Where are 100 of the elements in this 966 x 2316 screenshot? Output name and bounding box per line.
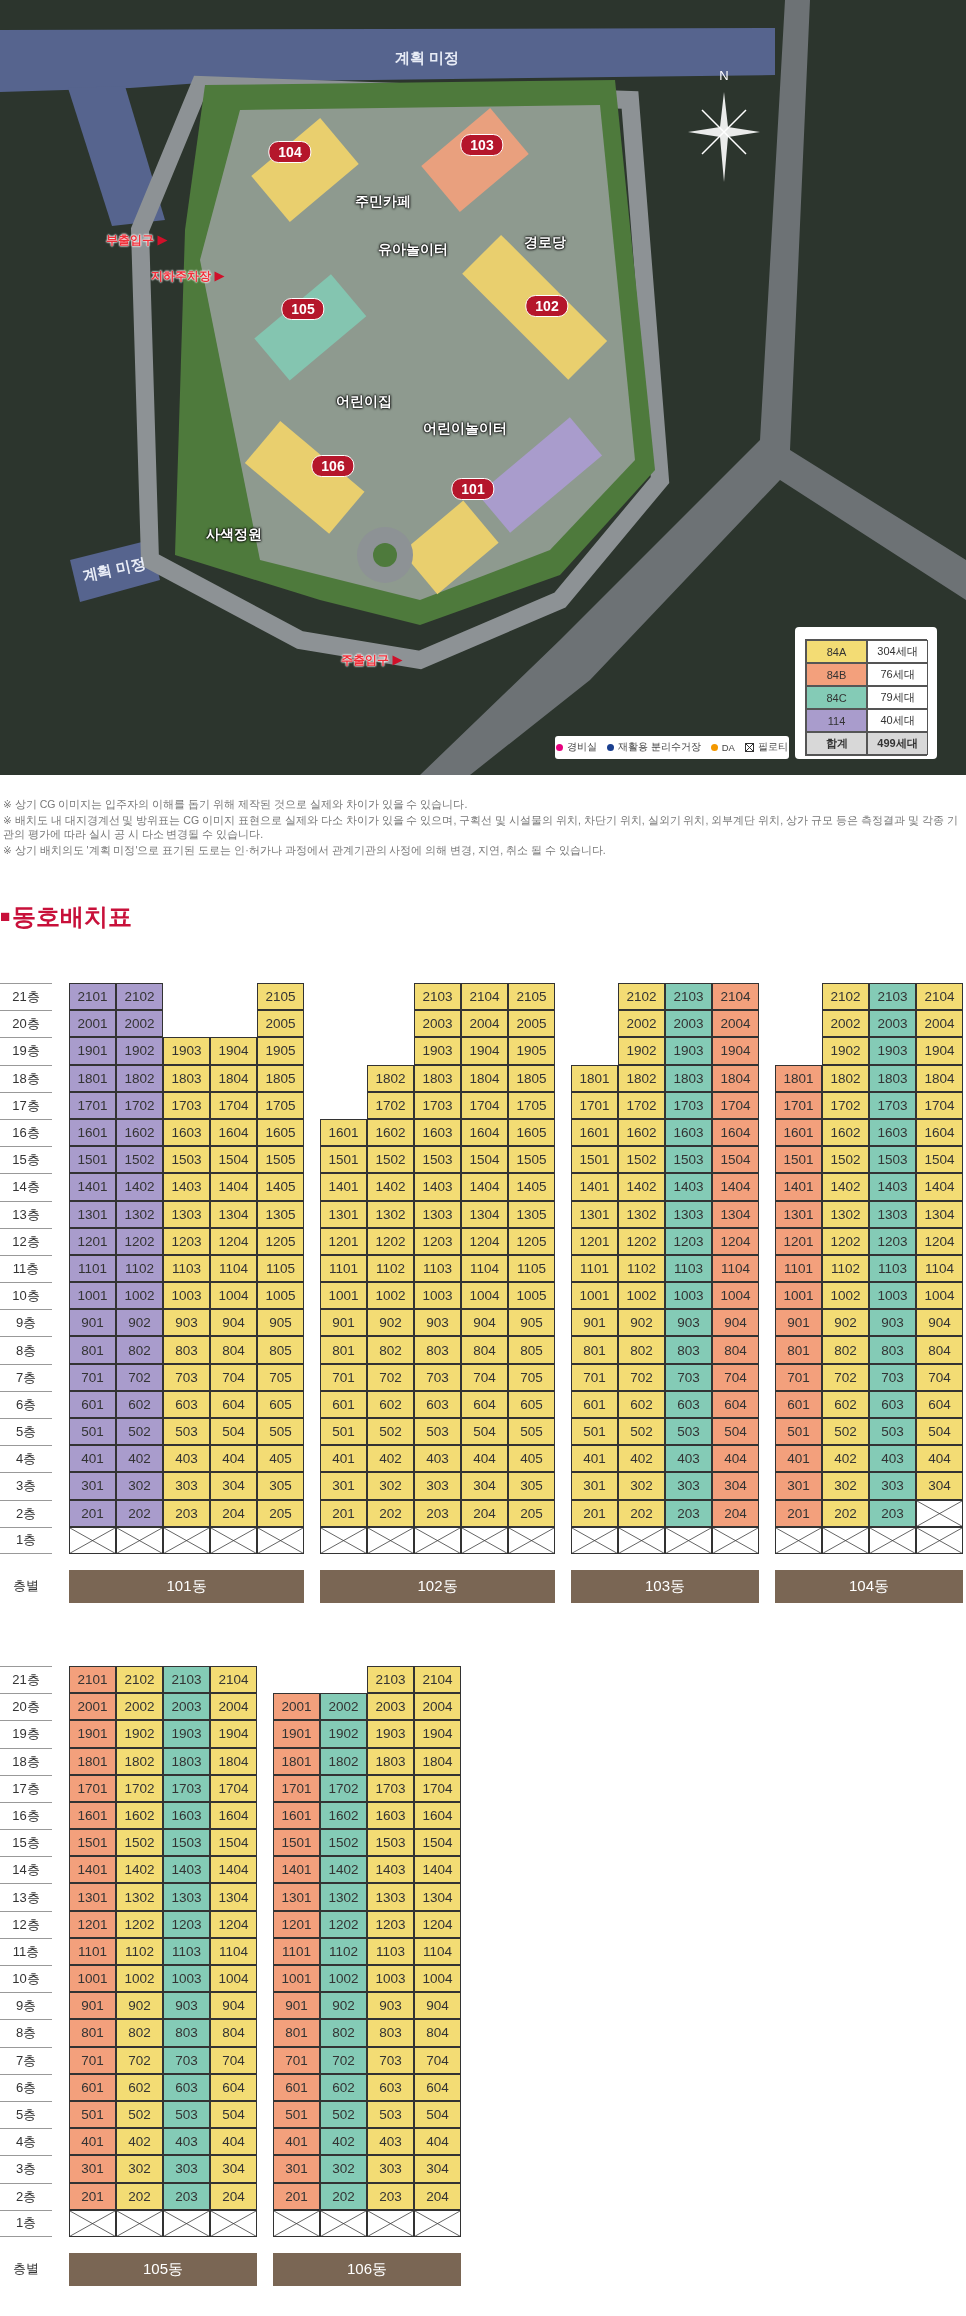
unit-cell: 905 — [508, 1309, 555, 1337]
facility-label: 사색정원 — [206, 526, 262, 544]
unit-cell: 1003 — [163, 1965, 210, 1993]
unit-cell: 1002 — [116, 1965, 163, 1993]
unit-cell: 602 — [116, 2073, 163, 2101]
unit-cell: 402 — [367, 1445, 414, 1473]
unit-cell: 1801 — [571, 1064, 618, 1092]
unit-cell: 504 — [461, 1418, 508, 1446]
unit-cell: 1104 — [210, 1937, 257, 1965]
unit-cell: 1904 — [712, 1037, 759, 1065]
unit-cell: 1702 — [116, 1091, 163, 1119]
unit-cell: 201 — [69, 2182, 116, 2210]
unit-cell: 1105 — [257, 1254, 304, 1283]
building-name-bar: 106동 — [273, 2252, 461, 2286]
unit-cell: 2003 — [163, 1693, 210, 1721]
unit-cell: 204 — [414, 2182, 461, 2210]
unit-cell: 904 — [414, 1992, 461, 2020]
unit-cell: 904 — [461, 1309, 508, 1337]
piloti-cell — [414, 1526, 461, 1554]
unit-cell: 602 — [822, 1390, 869, 1418]
unit-cell: 1201 — [320, 1227, 367, 1255]
floor-label: 12층 — [0, 1910, 52, 1938]
unit-cell: 205 — [257, 1499, 304, 1527]
road-label: 계획 미정 — [394, 48, 460, 68]
unit-cell: 2104 — [210, 1665, 257, 1694]
unit-cell: 1901 — [273, 1720, 320, 1748]
unit-cell: 204 — [461, 1499, 508, 1527]
unit-cell: 1304 — [414, 1883, 461, 1911]
unit-cell: 904 — [210, 1309, 257, 1337]
unit-cell: 703 — [414, 1363, 461, 1391]
unit-cell: 201 — [273, 2182, 320, 2210]
unit-cell: 1205 — [257, 1227, 304, 1255]
unit-cell: 1805 — [508, 1064, 555, 1092]
unit-cell: 1004 — [210, 1965, 257, 1993]
unit-cell: 1405 — [257, 1173, 304, 1201]
piloti-cell — [775, 1526, 822, 1554]
unit-cell: 704 — [210, 2046, 257, 2074]
unit-cell: 702 — [367, 1363, 414, 1391]
unit-cell: 1103 — [163, 1254, 210, 1283]
unit-cell: 1401 — [273, 1856, 320, 1884]
unit-cell: 204 — [712, 1499, 759, 1527]
building-name-bar: 103동 — [571, 1569, 759, 1603]
unit-cell: 1602 — [116, 1801, 163, 1830]
unit-cell: 2001 — [69, 1010, 116, 1038]
unit-cell: 503 — [665, 1418, 712, 1446]
unit-cell: 1802 — [367, 1064, 414, 1092]
unit-cell: 602 — [618, 1390, 665, 1418]
unit-cell: 903 — [367, 1992, 414, 2020]
unit-cell: 203 — [367, 2182, 414, 2210]
floor-label: 2층 — [0, 1499, 52, 1527]
piloti-cell — [210, 2209, 257, 2237]
unit-cell: 1303 — [367, 1883, 414, 1911]
unit-cell: 1803 — [163, 1064, 210, 1092]
piloti-cell — [508, 1526, 555, 1554]
unit-cell: 801 — [273, 2019, 320, 2047]
unit-cell: 2103 — [665, 983, 712, 1011]
unit-cell: 1903 — [367, 1720, 414, 1748]
floor-label: 15층 — [0, 1146, 52, 1174]
unit-cell: 1301 — [69, 1200, 116, 1228]
unit-cell: 1105 — [508, 1254, 555, 1283]
unit-cell: 1103 — [163, 1937, 210, 1965]
unit-cell: 303 — [869, 1472, 916, 1500]
facility-label: 어린이집 — [336, 393, 392, 411]
unit-cell: 1901 — [69, 1037, 116, 1065]
floor-label: 20층 — [0, 1010, 52, 1038]
unit-cell: 1301 — [320, 1200, 367, 1228]
piloti-cell — [712, 1526, 759, 1554]
unit-cell: 1301 — [273, 1883, 320, 1911]
unit-cell: 1703 — [367, 1774, 414, 1802]
unit-cell: 701 — [571, 1363, 618, 1391]
floor-label: 17층 — [0, 1774, 52, 1802]
unit-cell: 1303 — [414, 1200, 461, 1228]
unit-cell: 1703 — [665, 1091, 712, 1119]
unit-cell: 902 — [822, 1309, 869, 1337]
unit-cell: 503 — [869, 1418, 916, 1446]
unit-cell: 903 — [665, 1309, 712, 1337]
piloti-cell — [869, 1526, 916, 1554]
unit-cell: 803 — [665, 1336, 712, 1364]
unit-cell: 902 — [618, 1309, 665, 1337]
unit-cell: 302 — [822, 1472, 869, 1500]
building-badge: 104 — [268, 141, 312, 163]
unit-cell: 1601 — [273, 1801, 320, 1830]
unit-cell: 305 — [508, 1472, 555, 1500]
unit-cell: 701 — [320, 1363, 367, 1391]
unit-cell: 1402 — [367, 1173, 414, 1201]
unit-cell: 703 — [163, 1363, 210, 1391]
unit-cell: 1404 — [916, 1173, 963, 1201]
unit-cell: 1003 — [869, 1282, 916, 1310]
unit-cell: 1002 — [367, 1282, 414, 1310]
unit-cell: 1501 — [69, 1829, 116, 1857]
unit-cell: 1804 — [210, 1747, 257, 1775]
unit-cell: 501 — [571, 1418, 618, 1446]
unit-cell: 801 — [775, 1336, 822, 1364]
unit-cell: 601 — [69, 1390, 116, 1418]
legend-label: 재활용 분리수거장 — [618, 741, 701, 754]
unit-cell: 501 — [775, 1418, 822, 1446]
unit-cell: 1304 — [712, 1200, 759, 1228]
unit-cell: 805 — [508, 1336, 555, 1364]
unit-cell: 1904 — [210, 1037, 257, 1065]
unit-cell: 1502 — [116, 1146, 163, 1174]
